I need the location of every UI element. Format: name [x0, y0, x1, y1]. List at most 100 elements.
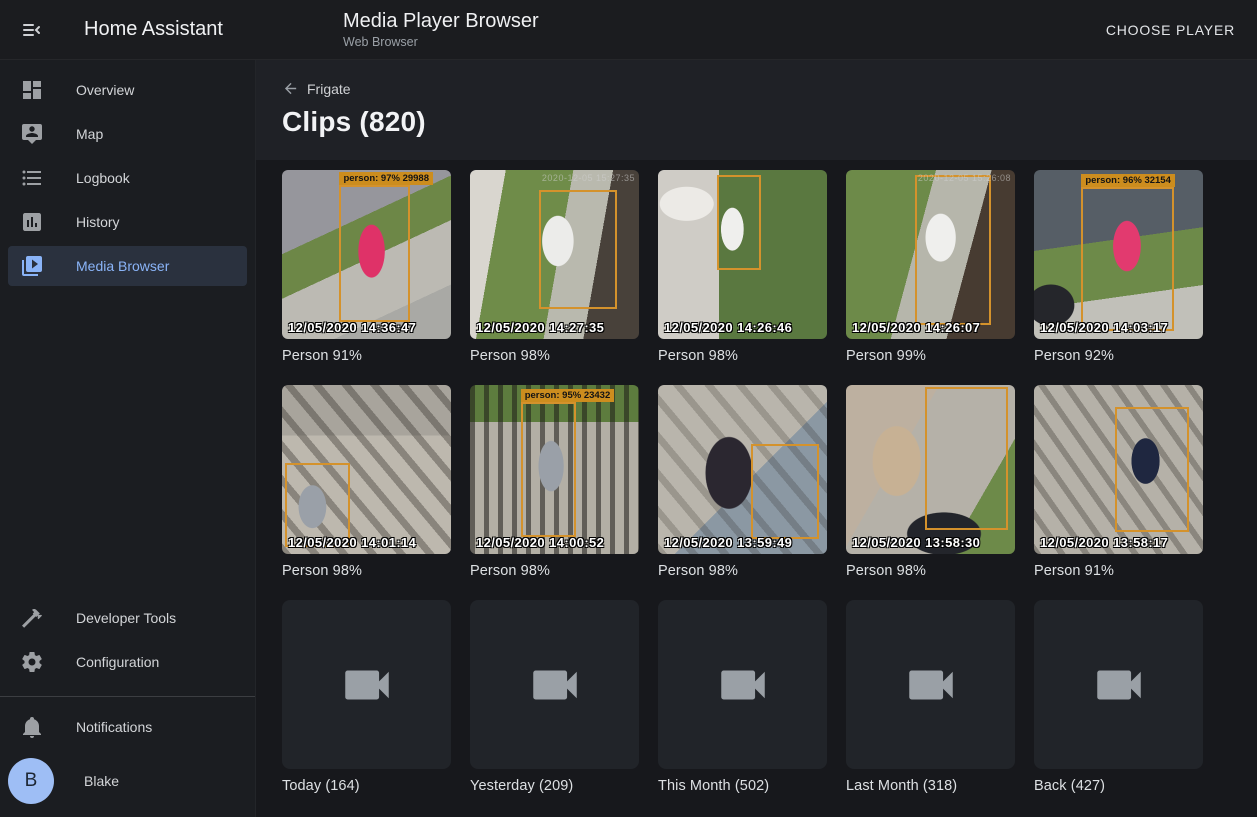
breadcrumb[interactable]: Frigate: [282, 80, 351, 97]
app-bar: Home Assistant Media Player Browser Web …: [0, 0, 1257, 60]
sidebar-item-label: Overview: [76, 82, 134, 98]
folder-thumbnail[interactable]: [470, 600, 639, 769]
clip-thumbnail[interactable]: person: 97% 2998812/05/2020 14:36:47: [282, 170, 451, 339]
page-title: Clips (820): [282, 106, 1231, 138]
sidebar-item-label: Media Browser: [76, 258, 169, 274]
grid-area: person: 97% 2998812/05/2020 14:36:47 Pers…: [256, 160, 1257, 794]
media-browser-icon: [20, 254, 44, 278]
map-account-icon: [20, 122, 44, 146]
folder-label: Back (427): [1034, 778, 1203, 794]
sidebar-item-map[interactable]: Map: [8, 114, 247, 154]
sidebar-item-logbook[interactable]: Logbook: [8, 158, 247, 198]
dashboard-icon: [20, 78, 44, 102]
video-camera-icon: [714, 656, 772, 714]
hammer-icon: [20, 606, 44, 630]
dashboard-icon: [20, 78, 44, 102]
logbook-list-icon: [20, 166, 44, 190]
folder-item: Yesterday (209): [470, 600, 639, 794]
clip-label: Person 91%: [1034, 563, 1203, 579]
sidebar-item-label: Map: [76, 126, 103, 142]
sidebar-toggle-icon[interactable]: [10, 8, 54, 52]
avatar[interactable]: B: [8, 758, 54, 804]
detection-box: [521, 402, 577, 537]
sidebar-item-label: History: [76, 214, 120, 230]
gear-icon: [20, 650, 44, 674]
clip-thumbnail[interactable]: 12/05/2020 13:59:49: [658, 385, 827, 554]
folder-item: Back (427): [1034, 600, 1203, 794]
clip-item: 12/05/2020 14:01:14 Person 98%: [282, 385, 451, 579]
detection-box: [751, 444, 819, 539]
folder-item: Last Month (318): [846, 600, 1015, 794]
clip-thumbnail[interactable]: 12/05/2020 14:26:46: [658, 170, 827, 339]
media-header: Frigate Clips (820): [256, 60, 1257, 160]
clip-timestamp: 12/05/2020 13:58:30: [852, 535, 980, 550]
clip-thumbnail[interactable]: person: 95% 2343212/05/2020 14:00:52: [470, 385, 639, 554]
clip-thumbnail[interactable]: 12/05/2020 13:58:17: [1034, 385, 1203, 554]
detection-box: [1081, 187, 1174, 331]
clip-item: 2020-12-05 15:27:3512/05/2020 14:27:35Pe…: [470, 170, 639, 364]
user-name: Blake: [84, 773, 119, 789]
breadcrumb-label: Frigate: [307, 81, 351, 97]
clip-thumbnail[interactable]: 2020-12-05 15:27:3512/05/2020 14:27:35: [470, 170, 639, 339]
clip-label: Person 91%: [282, 348, 451, 364]
clip-item: 12/05/2020 13:58:30Person 98%: [846, 385, 1015, 579]
clip-timestamp: 12/05/2020 14:00:52: [476, 535, 604, 550]
sidebar-footer-nav: Developer Tools Configuration: [0, 594, 255, 686]
detection-box: [539, 190, 617, 308]
map-account-icon: [20, 122, 44, 146]
folder-thumbnail[interactable]: [1034, 600, 1203, 769]
clip-item: person: 95% 2343212/05/2020 14:00:52 Pers…: [470, 385, 639, 579]
clip-label: Person 98%: [658, 348, 827, 364]
folder-thumbnail[interactable]: [658, 600, 827, 769]
user-profile-item[interactable]: B Blake: [0, 753, 247, 809]
clip-thumbnail[interactable]: 2020-12-05 15:26:0812/05/2020 14:26:07: [846, 170, 1015, 339]
video-camera-icon: [1090, 656, 1148, 714]
media-browser-panel: Frigate Clips (820) person: 97% 2998812/…: [256, 60, 1257, 817]
clip-thumbnail[interactable]: 12/05/2020 13:58:30: [846, 385, 1015, 554]
history-chart-icon: [20, 210, 44, 234]
video-camera-icon: [902, 656, 960, 714]
history-chart-icon: [20, 210, 44, 234]
detection-box: [339, 185, 410, 322]
video-camera-icon: [526, 656, 584, 714]
bell-icon: [20, 715, 44, 739]
sidebar-item-media-browser[interactable]: Media Browser: [8, 246, 247, 286]
detection-box: [717, 175, 761, 270]
detection-box: [925, 387, 1008, 531]
sidebar-item-label: Developer Tools: [76, 610, 176, 626]
clip-item: 12/05/2020 13:58:17 Person 91%: [1034, 385, 1203, 579]
folder-thumbnail[interactable]: [846, 600, 1015, 769]
sidebar-item-configuration[interactable]: Configuration: [8, 642, 247, 682]
clip-thumbnail[interactable]: person: 96% 3215412/05/2020 14:03:17: [1034, 170, 1203, 339]
clip-thumbnail[interactable]: 12/05/2020 14:01:14: [282, 385, 451, 554]
folder-item: Today (164): [282, 600, 451, 794]
sidebar-item-label: Logbook: [76, 170, 130, 186]
hammer-icon: [20, 606, 44, 630]
clip-timestamp: 12/05/2020 13:58:17: [1040, 535, 1168, 550]
panel-subtitle: Web Browser: [343, 34, 539, 50]
folder-label: Last Month (318): [846, 778, 1015, 794]
gear-icon: [20, 650, 44, 674]
clip-timestamp: 12/05/2020 14:26:46: [664, 320, 792, 335]
sidebar-notifications-slot: Notifications: [0, 703, 255, 751]
folder-thumbnail[interactable]: [282, 600, 451, 769]
detection-box: [915, 175, 991, 325]
sidebar-item-developer-tools[interactable]: Developer Tools: [8, 598, 247, 638]
sidebar-nav: Overview Map Logbook History Media Browser: [0, 66, 255, 290]
sidebar-item-notifications[interactable]: Notifications: [8, 707, 247, 747]
sidebar-divider: [0, 696, 255, 697]
clip-label: Person 98%: [470, 563, 639, 579]
sidebar-item-label: Notifications: [76, 719, 152, 735]
clip-label: Person 98%: [282, 563, 451, 579]
clip-timestamp: 12/05/2020 13:59:49: [664, 535, 792, 550]
clip-label: Person 98%: [658, 563, 827, 579]
clip-label: Person 99%: [846, 348, 1015, 364]
sidebar-item-overview[interactable]: Overview: [8, 70, 247, 110]
clip-label: Person 92%: [1034, 348, 1203, 364]
sidebar-item-history[interactable]: History: [8, 202, 247, 242]
clip-item: 2020-12-05 15:26:0812/05/2020 14:26:07 Pe…: [846, 170, 1015, 364]
video-camera-icon: [338, 656, 396, 714]
choose-player-button[interactable]: CHOOSE PLAYER: [1096, 14, 1245, 46]
panel-title: Media Player Browser: [343, 8, 539, 34]
camera-osd-timestamp: 2020-12-05 15:26:08: [918, 173, 1011, 183]
